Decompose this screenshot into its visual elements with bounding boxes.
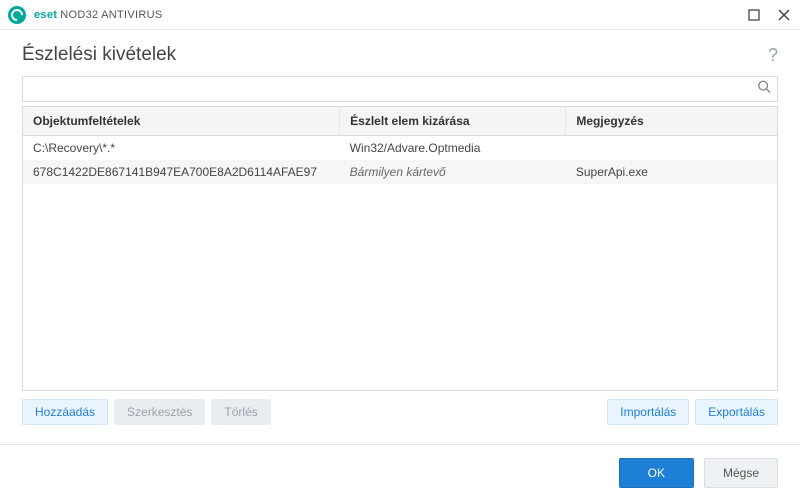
- maximize-button[interactable]: [746, 7, 762, 23]
- cell-detection: Bármilyen kártevő: [340, 160, 566, 184]
- window-controls: [746, 7, 792, 23]
- brand-bold: eset: [34, 9, 57, 21]
- edit-button[interactable]: Szerkesztés: [114, 399, 205, 425]
- cancel-button[interactable]: Mégse: [704, 458, 778, 488]
- cell-comment: SuperApi.exe: [566, 160, 777, 184]
- column-header-object[interactable]: Objektumfeltételek: [23, 107, 340, 136]
- close-button[interactable]: [776, 7, 792, 23]
- cell-object: C:\Recovery\*.*: [23, 136, 340, 161]
- table-header-row: Objektumfeltételek Észlelt elem kizárása…: [23, 107, 777, 136]
- table-row[interactable]: C:\Recovery\*.*Win32/Advare.Optmedia: [23, 136, 777, 161]
- ok-button[interactable]: OK: [619, 458, 694, 488]
- help-icon: ?: [768, 45, 778, 65]
- search-input[interactable]: [23, 77, 777, 101]
- cell-detection: Win32/Advare.Optmedia: [340, 136, 566, 161]
- table-toolbar: Hozzáadás Szerkesztés Törlés Importálás …: [22, 399, 778, 425]
- brand-rest: NOD32 ANTIVIRUS: [60, 9, 162, 21]
- titlebar: esetNOD32 ANTIVIRUS: [0, 0, 800, 30]
- page-title: Észlelési kivételek: [22, 44, 176, 66]
- close-icon: [778, 9, 790, 21]
- page-header: Észlelési kivételek ?: [0, 30, 800, 76]
- export-button[interactable]: Exportálás: [695, 399, 778, 425]
- maximize-icon: [748, 9, 760, 21]
- column-header-comment[interactable]: Megjegyzés: [566, 107, 777, 136]
- add-button[interactable]: Hozzáadás: [22, 399, 108, 425]
- exclusions-table-container: Objektumfeltételek Észlelt elem kizárása…: [22, 106, 778, 391]
- cell-comment: [566, 136, 777, 161]
- import-button[interactable]: Importálás: [607, 399, 689, 425]
- delete-button[interactable]: Törlés: [211, 399, 270, 425]
- dialog-footer: OK Mégse: [0, 444, 800, 500]
- help-button[interactable]: ?: [768, 45, 778, 66]
- column-header-detection[interactable]: Észlelt elem kizárása: [340, 107, 566, 136]
- brand-text: esetNOD32 ANTIVIRUS: [34, 9, 163, 21]
- toolbar-right: Importálás Exportálás: [607, 399, 778, 425]
- search-container: [22, 76, 778, 102]
- search-icon[interactable]: [757, 80, 771, 99]
- eset-logo-icon: [8, 6, 26, 24]
- table-row[interactable]: 678C1422DE867141B947EA700E8A2D6114AFAE97…: [23, 160, 777, 184]
- content-area: Objektumfeltételek Észlelt elem kizárása…: [0, 76, 800, 425]
- exclusions-table: Objektumfeltételek Észlelt elem kizárása…: [23, 106, 777, 184]
- cell-object: 678C1422DE867141B947EA700E8A2D6114AFAE97: [23, 160, 340, 184]
